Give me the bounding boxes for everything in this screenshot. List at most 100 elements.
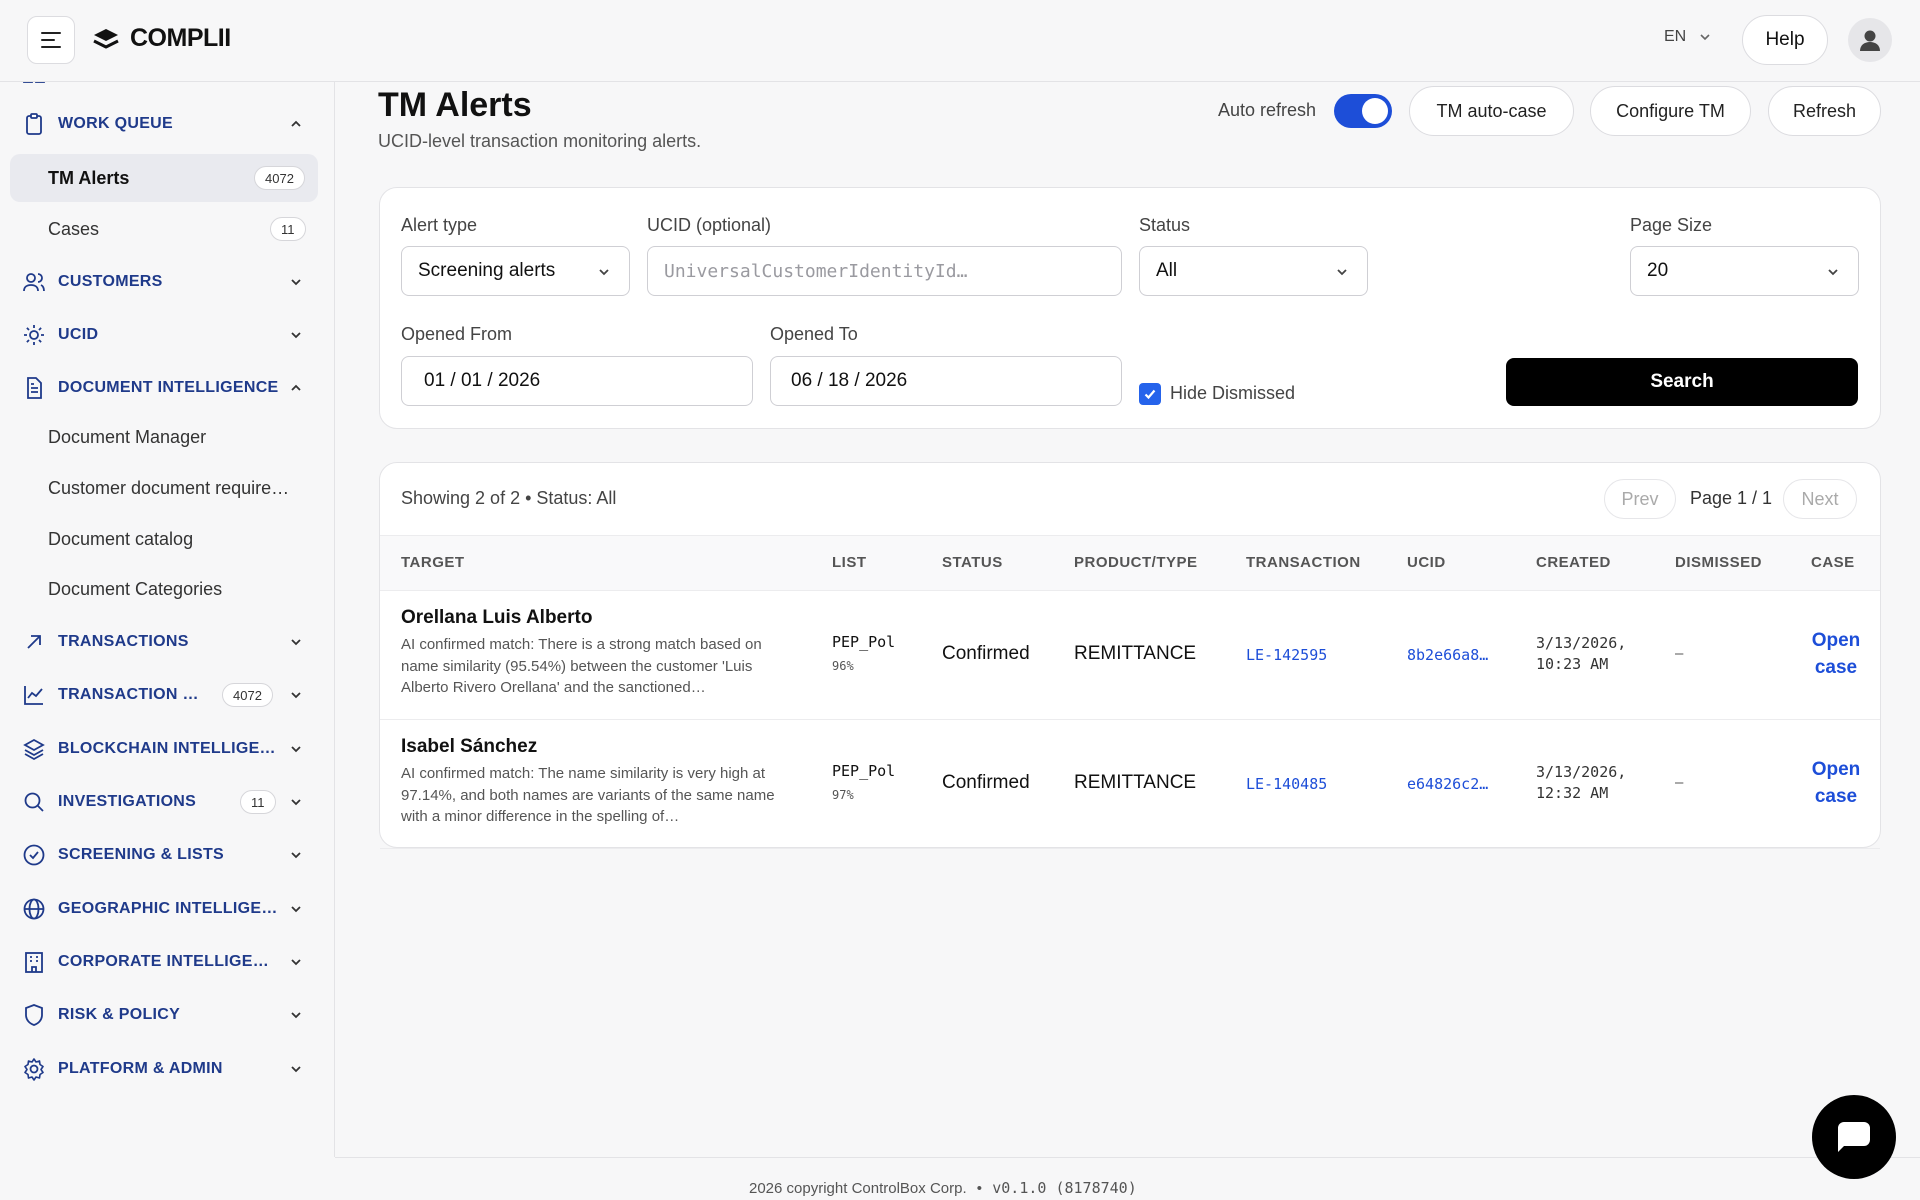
match-percent: 96% [832,659,854,673]
search-button[interactable]: Search [1506,358,1858,406]
sidebar-section-ucid[interactable]: UCID [0,313,334,357]
status-select[interactable]: All [1139,246,1368,296]
sidebar-section-label: WORK QUEUE [58,115,173,132]
column-header-dismissed[interactable]: DISMISSED [1675,554,1762,571]
hide-dismissed-checkbox[interactable] [1139,383,1161,405]
sidebar-section-label: GEOGRAPHIC INTELLIGE… [58,900,278,917]
column-header-status[interactable]: STATUS [942,554,1003,571]
chevron-up-icon [291,384,301,391]
chevron-down-icon [1828,269,1838,276]
sidebar-section-investigations[interactable]: INVESTIGATIONS 11 [0,780,334,824]
search-icon [24,792,44,812]
sidebar-section-corporate-intelligence[interactable]: CORPORATE INTELLIGEN… [0,940,334,984]
sidebar-item-tm-alerts[interactable]: TM Alerts 4072 [10,154,318,202]
table-row[interactable]: Orellana Luis Alberto AI confirmed match… [380,591,1880,720]
sidebar-item-document-manager[interactable]: Document Manager [10,413,318,461]
chevron-down-icon [291,1012,301,1019]
help-button[interactable]: Help [1742,15,1828,65]
opened-to-date-input[interactable]: 06 / 18 / 2026 [770,356,1122,406]
sidebar-section-label: TRANSACTIONS [58,633,189,650]
auto-refresh-toggle[interactable] [1334,94,1392,128]
sidebar-section-label: SCREENING & LISTS [58,846,225,863]
opened-from-label: Opened From [401,324,513,344]
hide-dismissed-label[interactable]: Hide Dismissed [1170,383,1295,404]
prev-page-button[interactable]: Prev [1604,479,1676,519]
sidebar-section-geographic-intelligence[interactable]: GEOGRAPHIC INTELLIGE… [0,887,334,931]
brand-name: COMPLII [130,24,231,52]
line-chart-icon [24,686,43,705]
page-indicator: Page 1 / 1 [1690,488,1773,508]
chevron-up-icon [291,120,301,127]
open-case-link[interactable]: Open case [1806,627,1866,681]
target-name: Isabel Sánchez [401,736,538,757]
next-page-button[interactable]: Next [1783,479,1857,519]
column-header-transaction[interactable]: TRANSACTION [1246,554,1361,571]
column-header-created[interactable]: CREATED [1536,554,1611,571]
created-date: 3/13/2026, [1536,763,1627,781]
ucid-label: UCID (optional) [647,215,772,235]
alert-type-value: Screening alerts [418,260,556,281]
language-selector[interactable]: EN [1664,28,1712,46]
column-header-ucid[interactable]: UCID [1407,554,1446,571]
open-case-line2: case [1814,786,1858,807]
table-row[interactable]: Isabel Sánchez AI confirmed match: The n… [380,720,1880,849]
created-time: 10:23 AM [1536,655,1609,673]
transaction-link[interactable]: LE-142595 [1246,646,1327,664]
chevron-down-icon [599,269,609,276]
tm-auto-case-button[interactable]: TM auto-case [1409,86,1574,136]
menu-toggle-button[interactable] [27,16,75,64]
top-bar: COMPLII EN Help [0,0,1920,82]
gear-icon [24,1058,44,1081]
chevron-down-icon [291,746,301,753]
refresh-button[interactable]: Refresh [1768,86,1881,136]
ucid-placeholder: UniversalCustomerIdentityId… [664,260,968,282]
chevron-down-icon [291,799,301,806]
sidebar-section-screening-lists[interactable]: SCREENING & LISTS [0,833,334,877]
column-header-target[interactable]: TARGET [401,554,465,571]
column-header-product-type[interactable]: PRODUCT/TYPE [1074,554,1198,571]
sidebar-item-document-catalog[interactable]: Document catalog [10,515,318,563]
sidebar-section-document-intelligence[interactable]: DOCUMENT INTELLIGENCE [0,366,334,410]
ucid-link[interactable]: 8b2e66a8… [1407,646,1488,664]
open-case-link[interactable]: Open case [1806,756,1866,810]
sidebar-item-document-categories[interactable]: Document Categories [10,565,318,613]
configure-tm-button[interactable]: Configure TM [1590,86,1751,136]
sidebar-section-transactions[interactable]: TRANSACTIONS [0,620,334,664]
sidebar-section-platform-admin[interactable]: PLATFORM & ADMIN [0,1047,334,1091]
sidebar-section-transaction-monitoring[interactable]: TRANSACTION M… 4072 [0,673,334,717]
created-time: 12:32 AM [1536,784,1609,802]
count-badge: 11 [240,790,276,814]
column-header-case[interactable]: CASE [1811,554,1855,571]
alert-type-label: Alert type [401,215,478,235]
dashboard-icon[interactable] [22,82,46,92]
sidebar-section-blockchain-intelligence[interactable]: BLOCKCHAIN INTELLIGEN… [0,727,334,771]
opened-from-date-input[interactable]: 01 / 01 / 2026 [401,356,753,406]
user-avatar[interactable] [1848,18,1892,62]
transaction-link[interactable]: LE-140485 [1246,775,1327,793]
sidebar-section-label: CORPORATE INTELLIGEN… [58,953,280,970]
sidebar-item-customer-document-requirements[interactable]: Customer document require… [10,464,318,512]
sidebar-section-label: RISK & POLICY [58,1006,181,1023]
status-value: Confirmed [942,643,1030,664]
brand-logo[interactable]: COMPLII [92,24,231,53]
copyright-text: 2026 copyright ControlBox Corp. [749,1180,967,1197]
target-description: AI confirmed match: The name similarity … [401,765,775,825]
alert-type-select[interactable]: Screening alerts [401,246,630,296]
chevron-down-icon [291,639,301,646]
ucid-link[interactable]: e64826c2… [1407,775,1488,793]
sidebar-item-cases[interactable]: Cases 11 [10,205,318,253]
language-value: EN [1664,28,1687,45]
layers-icon [23,738,45,761]
sidebar-section-label: DOCUMENT INTELLIGENCE [58,379,279,396]
column-header-list[interactable]: LIST [832,554,867,571]
status-value: All [1156,260,1178,281]
chat-button[interactable] [1812,1095,1896,1179]
sidebar-section-risk-policy[interactable]: RISK & POLICY [0,993,334,1037]
sidebar: WORK QUEUE TM Alerts 4072 Cases 11 CUSTO… [0,82,335,1157]
page-size-select[interactable]: 20 [1630,246,1859,296]
ucid-input[interactable]: UniversalCustomerIdentityId… [647,246,1122,296]
chevron-down-icon [1700,34,1710,41]
sidebar-section-customers[interactable]: CUSTOMERS [0,260,334,304]
sidebar-section-work-queue[interactable]: WORK QUEUE [0,102,334,146]
sidebar-section-label: BLOCKCHAIN INTELLIGEN… [58,740,280,757]
